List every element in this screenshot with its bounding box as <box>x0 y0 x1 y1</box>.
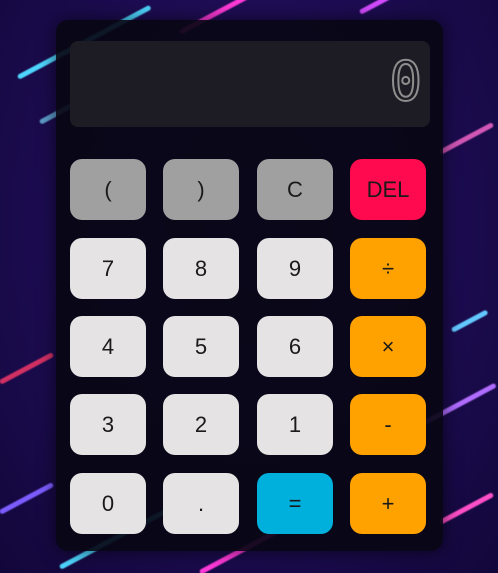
calculator-display: 0 <box>70 41 430 127</box>
light-streak <box>0 352 55 385</box>
digit-1-button[interactable]: 1 <box>257 394 333 455</box>
add-button[interactable]: + <box>350 473 426 534</box>
light-streak <box>438 492 495 525</box>
digit-0-button[interactable]: 0 <box>70 473 146 534</box>
digit-9-button[interactable]: 9 <box>257 238 333 299</box>
decimal-button[interactable]: . <box>163 473 239 534</box>
light-streak <box>0 482 55 515</box>
delete-button[interactable]: DEL <box>350 159 426 220</box>
digit-3-button[interactable]: 3 <box>70 394 146 455</box>
multiply-button[interactable]: × <box>350 316 426 377</box>
light-streak <box>450 309 489 333</box>
digit-4-button[interactable]: 4 <box>70 316 146 377</box>
digit-6-button[interactable]: 6 <box>257 316 333 377</box>
open-paren-button[interactable]: ( <box>70 159 146 220</box>
light-streak <box>438 122 495 155</box>
digit-8-button[interactable]: 8 <box>163 238 239 299</box>
display-value: 0 <box>388 50 422 113</box>
close-paren-button[interactable]: ) <box>163 159 239 220</box>
digit-7-button[interactable]: 7 <box>70 238 146 299</box>
equals-button[interactable]: = <box>257 473 333 534</box>
divide-button[interactable]: ÷ <box>350 238 426 299</box>
calculator: 0 ( ) C DEL 7 8 9 ÷ 4 5 6 × 3 2 1 - 0 . … <box>56 20 443 551</box>
clear-button[interactable]: C <box>257 159 333 220</box>
digit-2-button[interactable]: 2 <box>163 394 239 455</box>
subtract-button[interactable]: - <box>350 394 426 455</box>
light-streak <box>358 0 476 15</box>
digit-5-button[interactable]: 5 <box>163 316 239 377</box>
